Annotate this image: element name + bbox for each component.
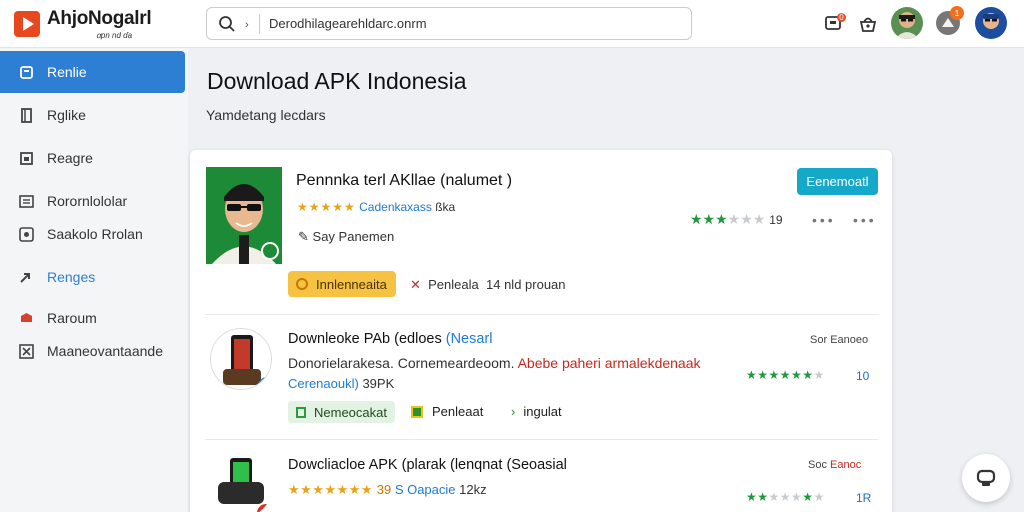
featured-location: ✕ Penleala 14 nld prouan <box>410 277 566 292</box>
sidebar-item-card[interactable]: Saakolo Rrolan <box>0 213 185 255</box>
brand-name[interactable]: AhjoNogalrl <box>47 8 152 30</box>
app-size: ★★★★★★★ 39 S Oapacie 12kz <box>288 482 487 497</box>
profile-avatar[interactable] <box>975 7 1007 39</box>
page-title: Download APK Indonesia <box>207 68 467 94</box>
app-version: Soc Eanoc <box>808 459 862 471</box>
close-box-icon <box>19 343 34 359</box>
basket-icon[interactable] <box>857 13 879 35</box>
app-thumbnail[interactable] <box>210 328 272 390</box>
app-title[interactable]: Dowcliacloe APK (plarak (lenqnat (Seoasi… <box>288 457 567 473</box>
checkbox-icon <box>296 406 306 418</box>
brand-logo-icon[interactable] <box>14 11 40 37</box>
sidebar-item-label: Rorornlololar <box>47 193 128 209</box>
sidebar-item-label: Reagre <box>47 150 93 166</box>
app-rating-stars: ★★★★★★★ <box>288 482 374 497</box>
sidebar-item-label: Maaneovantaande <box>47 343 163 359</box>
tag-chip-platform[interactable]: Penleaat <box>411 404 483 419</box>
brand-tagline: ꭤpn nd ɗa <box>96 31 133 40</box>
home-icon <box>20 65 33 79</box>
featured-stars: ★★★★★ <box>297 200 356 214</box>
top-bar: AhjoNogalrl ꭤpn nd ɗa › 0 1 <box>0 0 1024 48</box>
arrow-icon <box>20 272 30 283</box>
app-rating-stars: ★★★★★★★ <box>746 490 825 504</box>
search-icon[interactable] <box>218 15 236 33</box>
sidebar-item-label: Rglike <box>47 107 86 123</box>
chat-fab-button[interactable] <box>962 454 1010 502</box>
sidebar-item-renges[interactable]: Renges <box>0 256 185 298</box>
sidebar-item-label: Renlie <box>47 64 87 80</box>
category-chip[interactable]: Innlenneaita <box>288 271 396 297</box>
app-rating-stars: ★★★★★★★ <box>746 368 825 382</box>
search-bar[interactable]: › <box>206 7 692 40</box>
featured-app-title[interactable]: Pennnka terl AKllae (nalumet ) <box>296 172 512 190</box>
download-button[interactable]: Eenemoatl <box>797 168 878 195</box>
overflow-menu-icon[interactable]: ••• <box>853 212 877 228</box>
tag-chip-language[interactable]: › ingulat <box>511 404 562 419</box>
divider <box>205 439 878 440</box>
more-options-icon[interactable]: ••• <box>812 212 836 228</box>
alert-badge: 1 <box>950 6 964 20</box>
edit-icon: ✎ <box>298 229 309 244</box>
app-size: Cerenaoukl) 39PK <box>288 376 395 391</box>
close-icon[interactable]: ✕ <box>410 277 421 292</box>
app-description: Donorielarakesa. Cornemeardeoom. Abebe p… <box>288 355 701 371</box>
featured-rating: ★★★★★★ 19 <box>690 211 783 227</box>
featured-tag[interactable]: Ϲadenkaxass <box>359 200 432 214</box>
notification-badge: 0 <box>837 13 846 22</box>
chat-icon <box>976 469 996 486</box>
app-title[interactable]: Downleoke PAb (edloes (Nesarl <box>288 331 492 347</box>
divider <box>205 314 878 315</box>
sidebar: Renlie Rglike Reagre Rorornlololar Saako… <box>0 48 188 512</box>
search-divider <box>259 14 260 34</box>
app-version: Sor Eanoeo <box>810 334 869 346</box>
sidebar-item-label: Raroum <box>47 310 97 326</box>
sidebar-item-maintenance[interactable]: Maaneovantaande <box>0 330 185 372</box>
shield-icon <box>21 312 32 322</box>
grid-icon <box>411 405 423 418</box>
featured-developer[interactable]: ✎ Say Panemen <box>298 229 394 245</box>
chevron-right-icon[interactable]: › <box>245 19 249 31</box>
search-input[interactable] <box>269 16 669 31</box>
sidebar-item-home[interactable]: Renlie <box>0 51 185 93</box>
sidebar-item-reagre[interactable]: Reagre <box>0 137 185 179</box>
image-icon <box>20 151 33 165</box>
sidebar-item-label: Saakolo Rrolan <box>47 226 143 242</box>
card-icon <box>19 226 34 242</box>
page-icon <box>21 107 32 123</box>
app-rating-count: 1R <box>856 491 872 505</box>
app-thumbnail[interactable] <box>210 456 272 512</box>
list-icon <box>19 194 34 208</box>
sidebar-item-label: Renges <box>47 269 96 285</box>
clock-icon <box>296 278 308 290</box>
app-rating-count: 10 <box>856 369 870 383</box>
tag-chip-category[interactable]: Nemeocakat <box>288 401 395 423</box>
featured-app-image[interactable] <box>206 167 282 264</box>
featured-app-meta: ★★★★★ Ϲadenkaxass ßka <box>297 200 456 214</box>
arrow-right-icon: › <box>511 404 516 419</box>
page-subtitle: Yamdetang lecdars <box>206 107 326 123</box>
sidebar-item-like[interactable]: Rglike <box>0 94 185 136</box>
user-avatar[interactable] <box>891 7 923 39</box>
